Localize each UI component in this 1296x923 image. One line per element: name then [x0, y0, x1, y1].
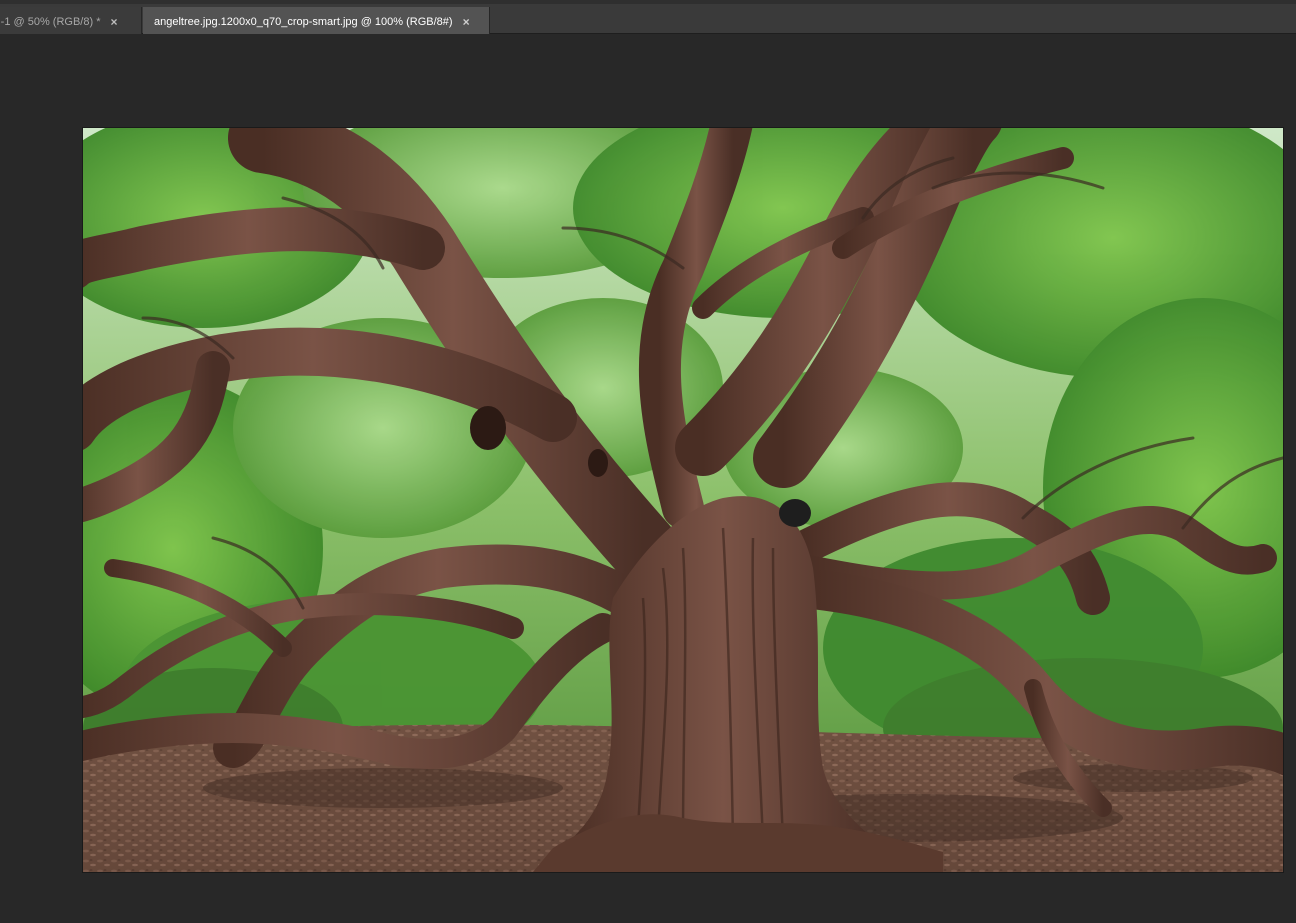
tab-label: angeltree.jpg.1200x0_q70_crop-smart.jpg … [154, 16, 453, 28]
document-tab-bar: led-1 @ 50% (RGB/8) * × angeltree.jpg.12… [0, 0, 1296, 37]
tab-untitled-1[interactable]: led-1 @ 50% (RGB/8) * × [0, 7, 142, 37]
editor-window: led-1 @ 50% (RGB/8) * × angeltree.jpg.12… [0, 0, 1296, 923]
tab-label: led-1 @ 50% (RGB/8) * [0, 16, 101, 28]
canvas-workspace[interactable] [0, 34, 1296, 923]
angel-oak-tree-image [83, 128, 1283, 872]
close-icon[interactable]: × [463, 16, 470, 28]
document-canvas[interactable] [83, 128, 1283, 872]
tab-angeltree[interactable]: angeltree.jpg.1200x0_q70_crop-smart.jpg … [143, 7, 490, 37]
close-icon[interactable]: × [111, 16, 118, 28]
